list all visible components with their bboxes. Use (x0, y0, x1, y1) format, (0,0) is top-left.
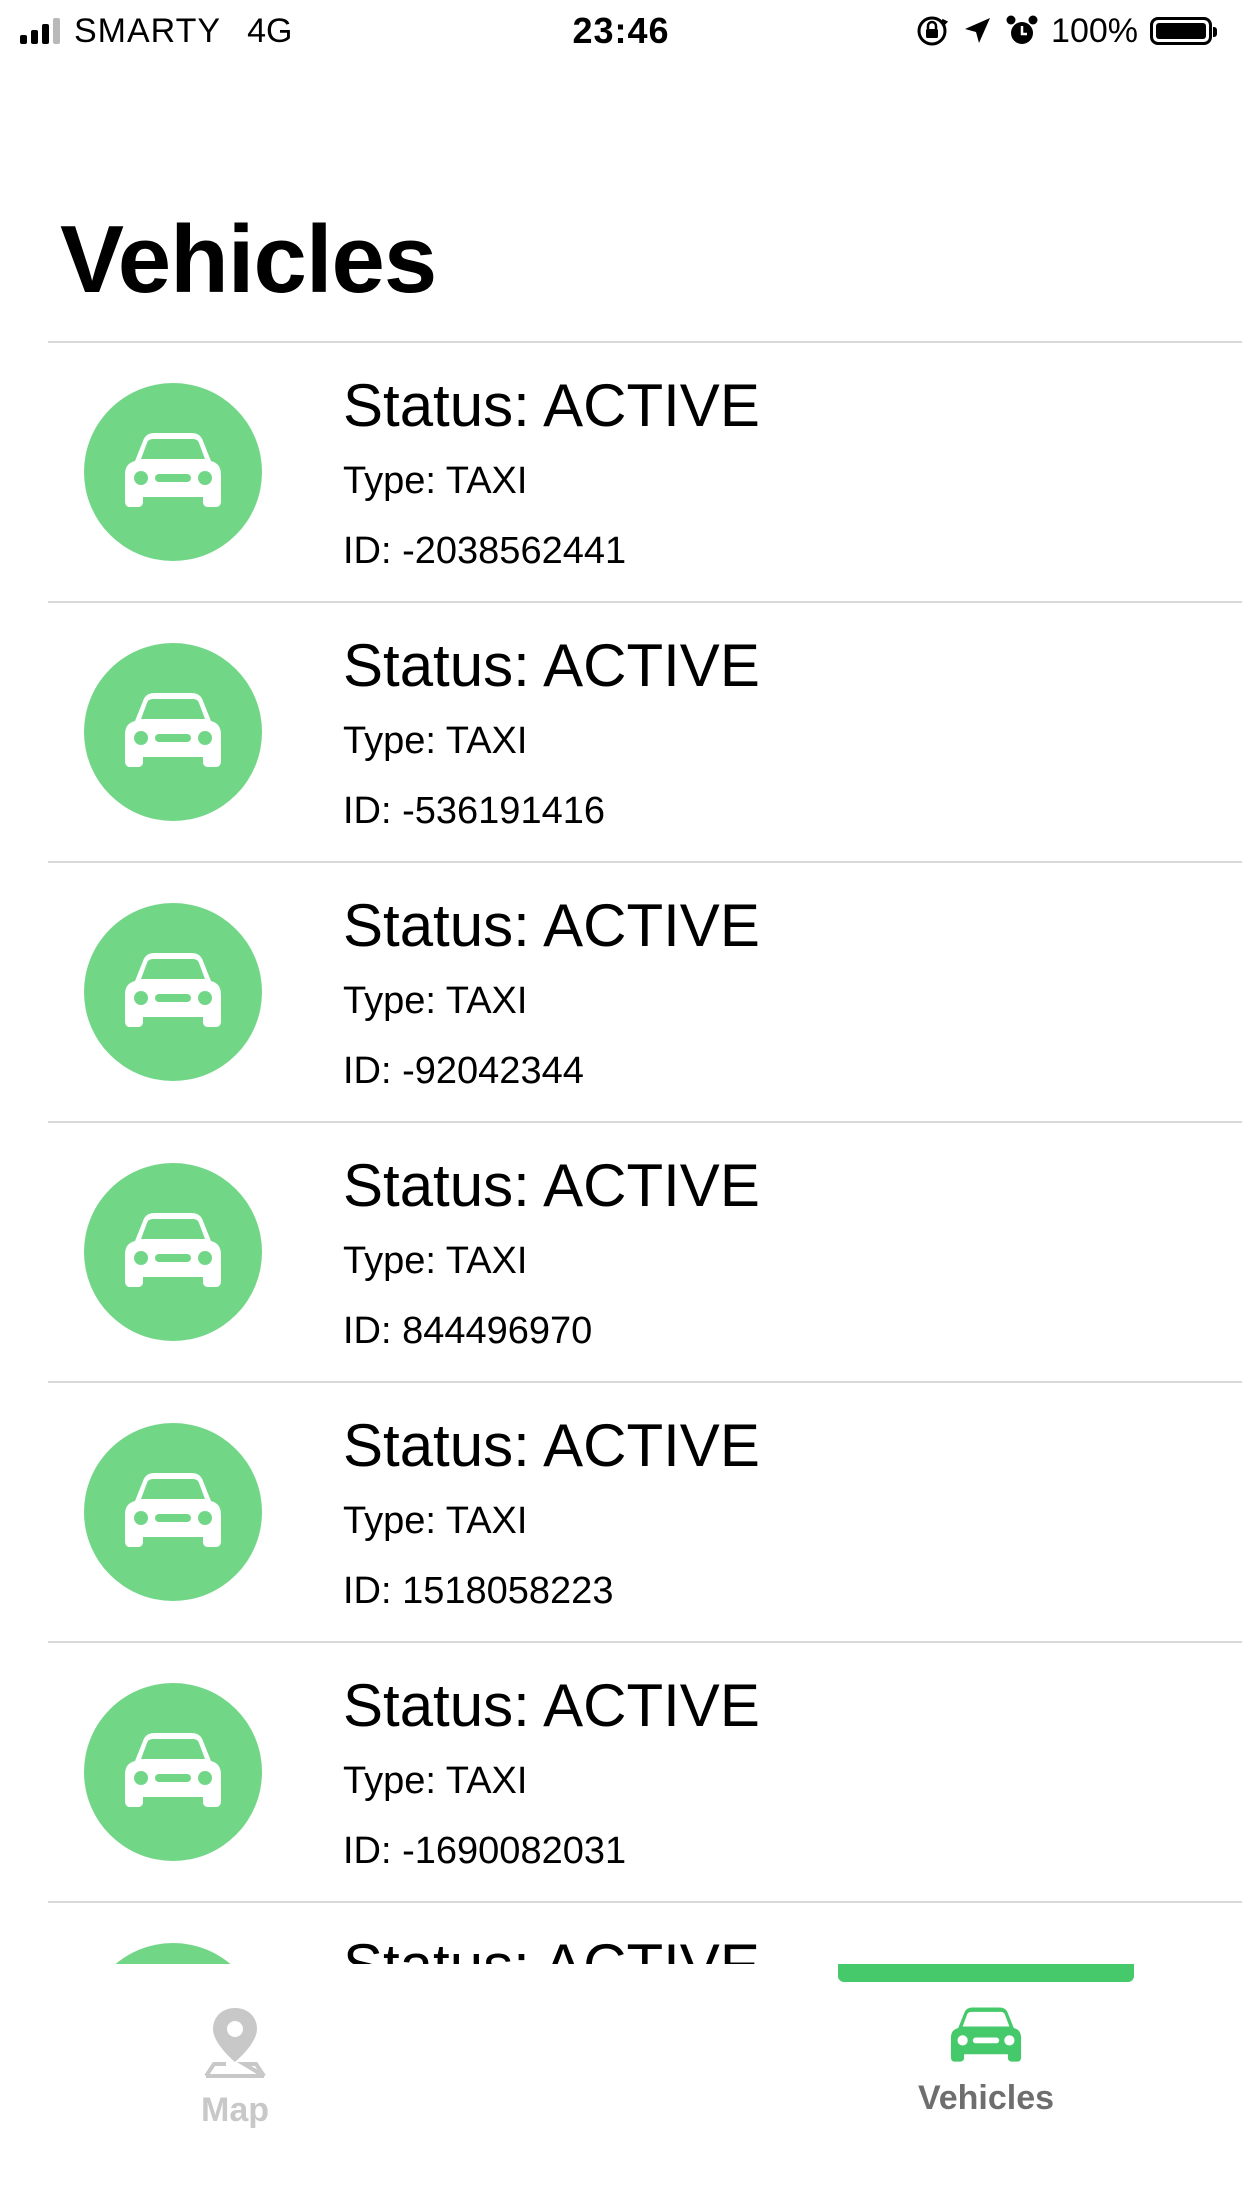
vehicle-type: Type: TAXI (343, 720, 528, 762)
vehicle-info: Status: ACTIVE Type: TAXI ID: -169008203… (343, 1671, 760, 1873)
location-arrow-icon (965, 18, 991, 43)
tab-bar: Map Vehicles (0, 1964, 1242, 2208)
vehicle-status: Status: ACTIVE (343, 1152, 760, 1219)
vehicle-info: Status: ACTIVE Type: TAXI ID: -203856244… (343, 371, 760, 573)
vehicle-list[interactable]: Status: ACTIVE Type: TAXI ID: -203856244… (0, 341, 1242, 1964)
alarm-icon (1006, 15, 1038, 44)
car-icon (125, 1213, 221, 1287)
vehicle-status: Status: ACTIVE (343, 632, 760, 699)
vehicle-row[interactable]: Status: ACTIVE Type: TAXI ID: -169008203… (48, 1641, 1242, 1901)
vehicle-row[interactable]: Status: ACTIVE Type: TAXI ID: -92042344 (48, 861, 1242, 1121)
vehicle-avatar (84, 1163, 262, 1341)
vehicle-id: ID: -92042344 (343, 1050, 584, 1092)
tab-map-label: Map (201, 2091, 269, 2129)
vehicle-avatar (84, 1943, 262, 1964)
vehicle-type: Type: TAXI (343, 980, 528, 1022)
tab-vehicles[interactable]: Vehicles (836, 2004, 1136, 2118)
vehicle-avatar (84, 1683, 262, 1861)
vehicle-id: ID: -1690082031 (343, 1830, 627, 1872)
battery-icon (1150, 17, 1217, 45)
vehicle-id: ID: -2038562441 (343, 530, 627, 572)
vehicle-type: Type: TAXI (343, 1500, 528, 1542)
selected-tab-indicator (838, 1964, 1134, 1982)
tab-vehicles-label: Vehicles (917, 2079, 1055, 2117)
vehicle-id: ID: -536191416 (343, 790, 605, 832)
vehicle-avatar (84, 383, 262, 561)
vehicle-row[interactable]: Status: ACTIVE Type: TAXI ID: -536191416 (48, 601, 1242, 861)
vehicle-id: ID: 1518058223 (343, 1570, 614, 1612)
car-icon (950, 2007, 1022, 2062)
status-bar: SMARTY 4G 23:46 100% (0, 0, 1242, 62)
vehicle-info: Status: ACTIVE Type: TAXI ID: 844496970 (343, 1151, 760, 1353)
car-icon (125, 1733, 221, 1807)
car-icon (125, 953, 221, 1027)
vehicle-id: ID: 844496970 (343, 1310, 593, 1352)
car-icon (125, 1473, 221, 1547)
vehicle-info: Status: ACTIVE Type: TAXI ID: -536191416 (343, 631, 760, 833)
vehicle-row[interactable]: Status: ACTIVE Type: TAXI ID: -203856244… (48, 341, 1242, 601)
car-icon (125, 433, 221, 507)
vehicle-status: Status: ACTIVE (343, 1931, 760, 1964)
vehicle-info: Status: ACTIVE Type: TAXI ID: 1518058223 (343, 1411, 760, 1613)
vehicle-info: Status: ACTIVE (343, 1931, 760, 1964)
vehicle-type: Type: TAXI (343, 1760, 528, 1802)
page-title: Vehicles (60, 206, 437, 313)
vehicle-status: Status: ACTIVE (343, 892, 760, 959)
vehicle-avatar (84, 643, 262, 821)
car-icon (125, 693, 221, 767)
vehicle-row[interactable]: Status: ACTIVE Type: TAXI ID: 1518058223 (48, 1381, 1242, 1641)
vehicle-type: Type: TAXI (343, 1240, 528, 1282)
orientation-lock-icon (917, 16, 949, 46)
map-pin-icon (204, 2008, 266, 2078)
vehicle-status: Status: ACTIVE (343, 1412, 760, 1479)
status-bar-right: 100% (915, 11, 1217, 50)
vehicle-row[interactable]: Status: ACTIVE Type: TAXI ID: 844496970 (48, 1121, 1242, 1381)
battery-percent: 100% (1051, 11, 1138, 50)
vehicle-status: Status: ACTIVE (343, 1672, 760, 1739)
vehicle-status: Status: ACTIVE (343, 372, 760, 439)
vehicle-avatar (84, 1423, 262, 1601)
vehicle-avatar (84, 903, 262, 1081)
vehicle-info: Status: ACTIVE Type: TAXI ID: -92042344 (343, 891, 760, 1093)
vehicle-type: Type: TAXI (343, 460, 528, 502)
tab-map[interactable]: Map (85, 2004, 385, 2130)
vehicle-row[interactable]: Status: ACTIVE (48, 1901, 1242, 1964)
